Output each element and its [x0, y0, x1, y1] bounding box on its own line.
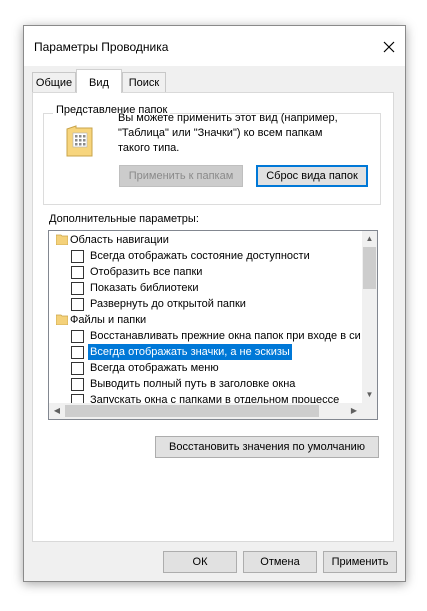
folder-view-description: Вы можете применить этот вид (например, … [118, 111, 373, 156]
cancel-button[interactable]: Отмена [243, 551, 317, 573]
list-item-label: Отобразить все папки [90, 266, 203, 278]
tab-search-label: Поиск [128, 77, 160, 89]
apply-button[interactable]: Применить [323, 551, 397, 573]
close-button[interactable] [377, 36, 401, 58]
tab-view-label: Вид [89, 77, 109, 89]
horizontal-scrollbar[interactable]: ◀ ▶ [49, 403, 362, 419]
list-category-label: Область навигации [70, 234, 169, 246]
scroll-right-icon[interactable]: ▶ [346, 403, 362, 419]
checkbox[interactable] [71, 282, 84, 295]
description-line: Вы можете применить этот вид (например, [118, 112, 338, 124]
title-bar: Параметры Проводника [24, 26, 405, 66]
tab-general-label: Общие [35, 77, 73, 89]
folder-view-icon [66, 125, 94, 160]
tab-general[interactable]: Общие [32, 72, 76, 92]
list-item-label: Развернуть до открытой папки [90, 298, 246, 310]
list-item-label: Показать библиотеки [90, 282, 199, 294]
description-line: "Таблица" или "Значки") ко всем папкам [118, 127, 323, 139]
tab-search[interactable]: Поиск [122, 72, 166, 92]
list-category-label: Файлы и папки [70, 314, 147, 326]
checkbox[interactable] [71, 266, 84, 279]
apply-to-folders-button[interactable]: Применить к папкам [119, 165, 243, 187]
folder-icon [56, 314, 68, 325]
list-item-label: Всегда отображать меню [90, 362, 219, 374]
scroll-up-icon[interactable]: ▲ [362, 231, 377, 247]
checkbox[interactable] [71, 330, 84, 343]
checkbox[interactable] [71, 378, 84, 391]
checkbox[interactable] [71, 346, 84, 359]
checkbox[interactable] [71, 250, 84, 263]
checkbox[interactable] [71, 362, 84, 375]
scroll-down-icon[interactable]: ▼ [362, 387, 377, 403]
scrollbar-corner [362, 403, 377, 419]
reset-folders-button[interactable]: Сброс вида папок [256, 165, 368, 187]
folder-icon [56, 234, 68, 245]
list-item-label: Выводить полный путь в заголовке окна [90, 378, 296, 390]
list-item-label: Всегда отображать состояние доступности [90, 250, 310, 262]
tab-view[interactable]: Вид [76, 69, 122, 93]
list-item-label: Всегда отображать значки, а не эскизы [88, 344, 292, 360]
advanced-settings-list[interactable]: Область навигации Всегда отображать сост… [48, 230, 378, 420]
horizontal-scroll-thumb[interactable] [65, 405, 319, 417]
scroll-left-icon[interactable]: ◀ [49, 403, 65, 419]
description-line: такого типа. [118, 142, 180, 154]
advanced-settings-label: Дополнительные параметры: [49, 213, 199, 225]
vertical-scrollbar[interactable]: ▲ ▼ [362, 231, 377, 403]
ok-button[interactable]: ОК [163, 551, 237, 573]
list-item-label: Восстанавливать прежние окна папок при в… [90, 330, 361, 342]
restore-defaults-button[interactable]: Восстановить значения по умолчанию [155, 436, 379, 458]
close-icon [383, 41, 395, 53]
checkbox[interactable] [71, 298, 84, 311]
window-title: Параметры Проводника [34, 40, 169, 54]
explorer-options-dialog: Параметры Проводника Общие Вид Поиск Пре… [23, 25, 406, 582]
vertical-scroll-thumb[interactable] [363, 247, 376, 289]
